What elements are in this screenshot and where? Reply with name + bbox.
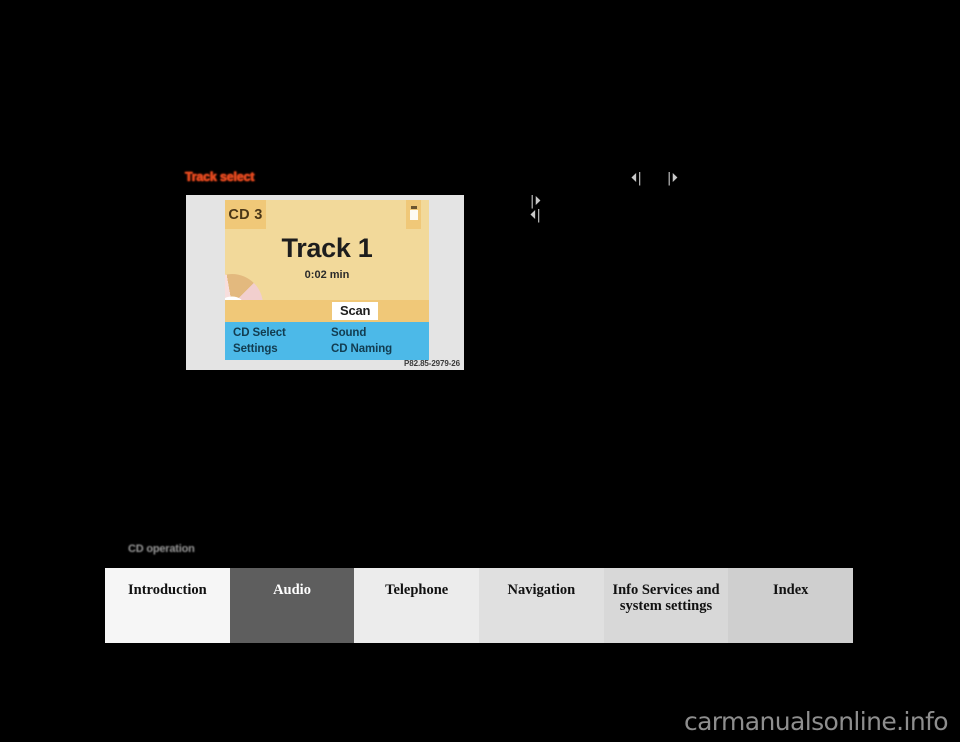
tab-index[interactable]: Index: [728, 568, 854, 643]
scan-button[interactable]: Scan: [332, 302, 379, 320]
scan-row: Scan: [225, 300, 429, 322]
track-elapsed-time: 0:02 min: [304, 269, 350, 281]
tab-info-services[interactable]: Info Services and system settings: [603, 568, 729, 643]
track-title: Track 1: [281, 233, 373, 263]
page-title: Track select: [185, 170, 255, 184]
running-head: CD operation: [128, 543, 195, 555]
skip-back-icon[interactable]: ⏴|: [631, 172, 642, 185]
site-watermark: carmanualsonline.info: [683, 707, 949, 736]
menu-item-cd-naming[interactable]: CD Naming: [331, 343, 392, 355]
tab-audio[interactable]: Audio: [229, 568, 355, 643]
figure-caption: P82.85-2979-26: [404, 359, 460, 368]
skip-forward-icon-stacked[interactable]: |⏵: [530, 195, 541, 208]
tab-telephone[interactable]: Telephone: [354, 568, 480, 643]
footer-tabstrip: Introduction Audio Telephone Navigation …: [105, 568, 854, 643]
menu-item-cd-select[interactable]: CD Select: [233, 327, 286, 339]
figure-cd-display: CD 3 Track 1 0:02 min Scan CD Select Set…: [186, 195, 464, 370]
skip-forward-icon[interactable]: |⏵: [667, 172, 678, 185]
menu-item-settings[interactable]: Settings: [233, 343, 278, 355]
menu-item-sound[interactable]: Sound: [331, 327, 366, 339]
cd-loaded-icon: [409, 205, 418, 220]
screen-status-bar: CD 3: [225, 200, 429, 229]
cd-slot-badge: CD 3: [225, 200, 266, 229]
skip-back-icon-stacked[interactable]: ⏴|: [530, 209, 541, 222]
status-indicator-box: [406, 200, 421, 229]
tab-introduction[interactable]: Introduction: [105, 568, 230, 643]
head-unit-screen: CD 3 Track 1 0:02 min Scan CD Select Set…: [225, 200, 429, 360]
tab-navigation[interactable]: Navigation: [479, 568, 604, 643]
screen-menu-bar: CD Select Settings Sound CD Naming: [225, 322, 429, 360]
